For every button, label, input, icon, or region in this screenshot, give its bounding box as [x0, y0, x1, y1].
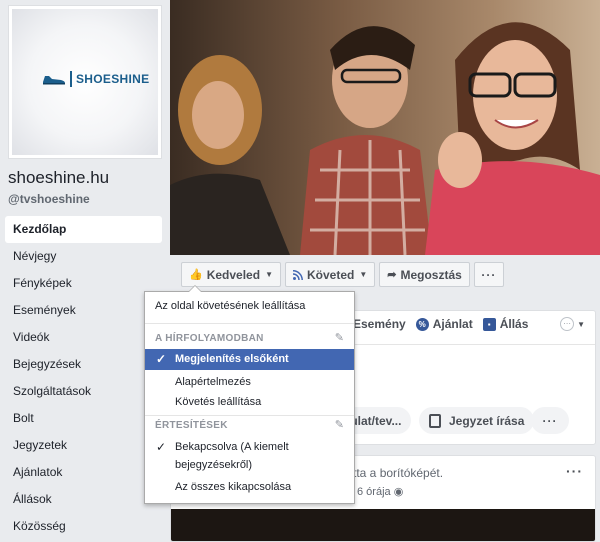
menu-item-see-first[interactable]: ✓ Megjelenítés elsőként — [145, 349, 354, 370]
follow-button-label: Követed — [306, 267, 355, 282]
composer-more-options-button[interactable]: ··· — [531, 407, 569, 434]
profile-picture-image: SHOESHINE — [12, 9, 158, 155]
profile-picture[interactable]: SHOESHINE — [8, 5, 162, 159]
post-composer: Esemény % Ajánlat ▪ Állás ··· ▼ nulat/te… — [333, 310, 596, 445]
share-button-label: Megosztás — [400, 267, 462, 282]
nav-item-notes[interactable]: Jegyzetek — [5, 432, 162, 459]
event-label: Esemény — [353, 317, 406, 331]
checkmark-icon: ✓ — [156, 440, 167, 454]
chevron-down-icon: ▼ — [359, 270, 368, 279]
cover-photo[interactable] — [170, 0, 600, 255]
share-button[interactable]: ➦ Megosztás — [379, 262, 470, 287]
composer-divider — [343, 344, 595, 345]
offer-label: Ajánlat — [432, 317, 473, 331]
thumbs-up-icon: 👍 — [189, 269, 203, 281]
menu-item-unfollow-page[interactable]: Az oldal követésének leállítása — [145, 296, 354, 317]
section-header-notifications: ÉRTESÍTÉSEK — [155, 420, 228, 431]
menu-divider — [145, 415, 354, 416]
briefcase-icon: ▪ — [482, 317, 496, 331]
percent-icon: % — [415, 317, 429, 331]
post-cover-image[interactable] — [171, 509, 595, 541]
rss-icon — [292, 269, 303, 280]
like-button-label: Kedveled — [206, 267, 261, 282]
more-circle-icon: ··· — [560, 317, 575, 331]
nav-item-events[interactable]: Események — [5, 297, 162, 324]
note-icon — [429, 413, 441, 428]
pencil-icon[interactable]: ✎ — [335, 418, 344, 431]
page-handle[interactable]: @tvshoeshine — [8, 192, 90, 206]
menu-item-default[interactable]: Alapértelmezés — [145, 372, 354, 393]
nav-item-posts[interactable]: Bejegyzések — [5, 351, 162, 378]
page-name[interactable]: shoeshine.hu — [8, 168, 109, 188]
nav-item-services[interactable]: Szolgáltatások — [5, 378, 162, 405]
menu-item-all-off[interactable]: Az összes kikapcsolása — [145, 477, 354, 498]
page-action-bar: 👍 Kedveled ▼ Követed ▼ ➦ Megosztás ··· — [181, 262, 508, 288]
shoe-icon — [43, 76, 65, 85]
chevron-down-icon: ▼ — [265, 270, 273, 279]
composer-more-button[interactable]: ··· ▼ — [560, 317, 585, 331]
shoeshine-logo: SHOESHINE — [42, 71, 149, 87]
chevron-down-icon: ▼ — [577, 319, 585, 329]
nav-item-offers[interactable]: Ajánlatok — [5, 459, 162, 486]
globe-icon: ◉ — [393, 486, 404, 498]
section-header-feed: A HÍRFOLYAMODBAN — [155, 333, 264, 344]
menu-item-unfollow[interactable]: Követés leállítása — [145, 392, 354, 413]
checkmark-icon: ✓ — [156, 352, 167, 366]
follow-settings-menu: Az oldal követésének leállítása A HÍRFOL… — [144, 285, 355, 504]
menu-item-notifications-on[interactable]: ✓ Bekapcsolva (A kiemelt bejegyzésekről) — [145, 438, 354, 476]
create-job-button[interactable]: ▪ Állás — [482, 317, 529, 331]
create-offer-button[interactable]: % Ajánlat — [415, 317, 473, 331]
share-arrow-icon: ➦ — [387, 269, 397, 281]
menu-pointer-fill — [189, 286, 201, 292]
pencil-icon[interactable]: ✎ — [335, 331, 344, 344]
notifications-on-label-line1: Bekapcsolva (A kiemelt — [175, 441, 289, 453]
nav-item-community[interactable]: Közösség — [5, 513, 162, 540]
logo-divider — [70, 71, 72, 87]
notifications-on-label-line2: bejegyzésekről) — [175, 459, 253, 471]
nav-item-home[interactable]: Kezdőlap — [5, 216, 162, 243]
follow-button[interactable]: Követed ▼ — [284, 262, 376, 287]
see-first-label: Megjelenítés elsőként — [175, 353, 289, 365]
cover-photo-image — [170, 0, 600, 255]
like-button[interactable]: 👍 Kedveled ▼ — [181, 262, 281, 287]
post-time-label: 6 órája — [357, 486, 391, 498]
nav-item-videos[interactable]: Videók — [5, 324, 162, 351]
create-event-button[interactable]: Esemény — [353, 317, 406, 331]
nav-item-photos[interactable]: Fényképek — [5, 270, 162, 297]
write-note-label: Jegyzet írása — [449, 413, 525, 428]
job-label: Állás — [499, 317, 529, 331]
composer-actions: Esemény % Ajánlat ▪ Állás — [353, 317, 538, 331]
post-timestamp[interactable]: 6 órája ◉ — [357, 485, 403, 498]
page-nav: Kezdőlap Névjegy Fényképek Események Vid… — [5, 216, 162, 540]
more-options-button[interactable]: ··· — [473, 262, 504, 287]
menu-divider — [145, 323, 354, 324]
post-options-button[interactable]: ··· — [566, 463, 583, 479]
nav-item-shop[interactable]: Bolt — [5, 405, 162, 432]
logo-text: SHOESHINE — [76, 72, 150, 86]
write-note-button[interactable]: Jegyzet írása — [419, 407, 535, 434]
nav-item-about[interactable]: Névjegy — [5, 243, 162, 270]
post-text: tatta a borítóképét. — [343, 466, 444, 480]
nav-item-jobs[interactable]: Állások — [5, 486, 162, 513]
